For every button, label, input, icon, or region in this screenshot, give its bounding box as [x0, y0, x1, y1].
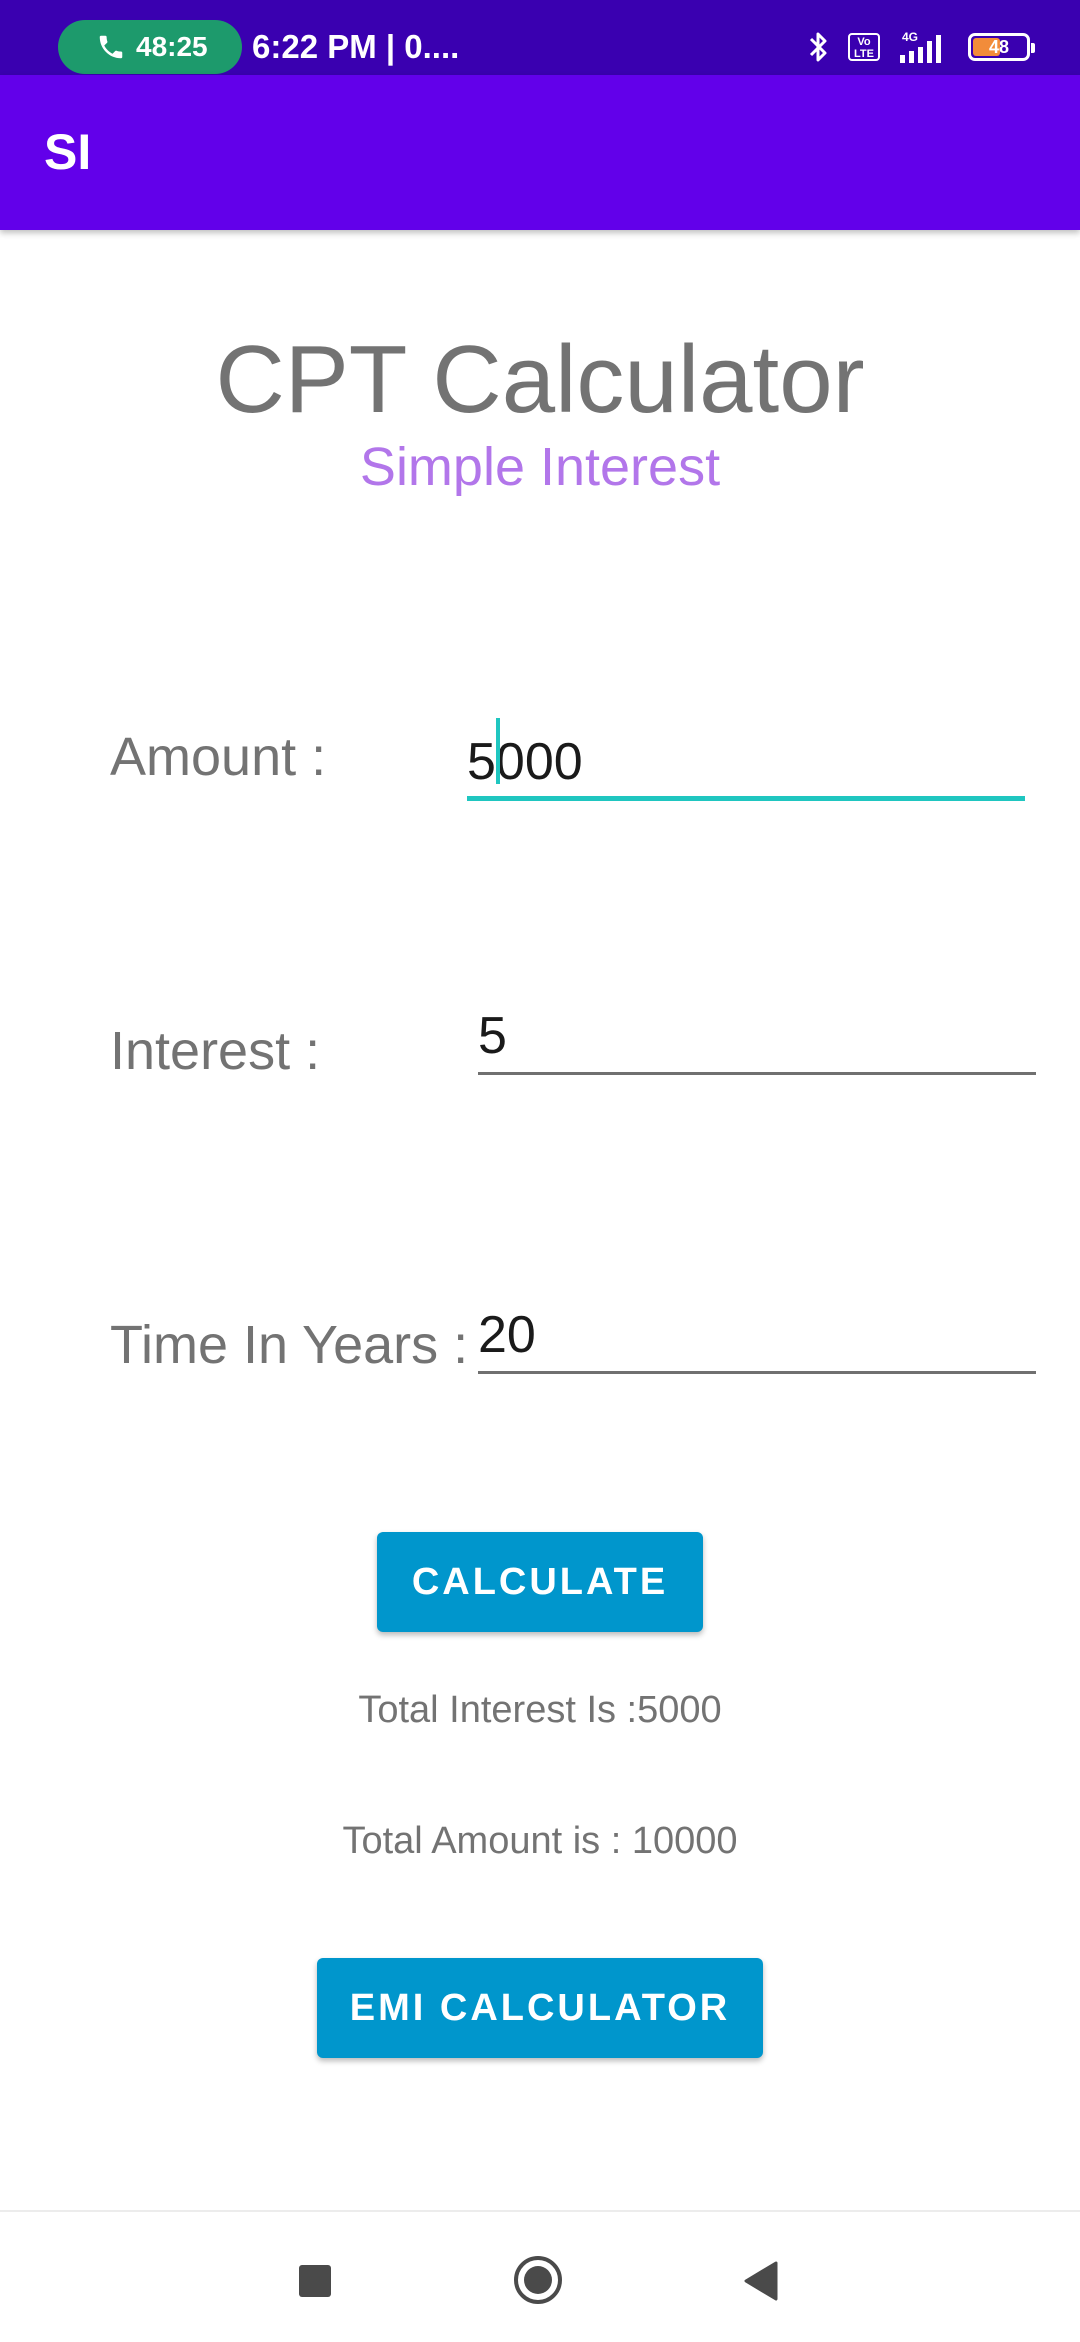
navigation-bar [0, 2210, 1080, 2342]
call-timer: 48:25 [136, 31, 208, 62]
volte-icon: Vo LTE [848, 33, 880, 61]
back-icon[interactable] [742, 2260, 780, 2302]
battery-level: 48 [988, 36, 1010, 57]
time-field[interactable]: 20 [478, 1304, 1036, 1374]
interest-field[interactable]: 5 [478, 1005, 1036, 1075]
home-icon[interactable] [512, 2254, 564, 2306]
status-bar: 48:25 6:22 PM | 0.... Vo LTE 4G 48 [0, 0, 1080, 75]
amount-label: Amount : [110, 727, 327, 787]
amount-field[interactable]: 5000 [467, 731, 1025, 801]
recents-icon[interactable] [299, 2265, 331, 2297]
ongoing-call-chip[interactable]: 48:25 [58, 20, 242, 74]
page-title: CPT Calculator [215, 326, 865, 433]
status-time: 6:22 PM | 0.... [252, 28, 460, 65]
calculate-button[interactable]: CALCULATE [377, 1532, 703, 1632]
interest-label: Interest : [110, 1021, 321, 1081]
text-cursor [496, 718, 500, 784]
time-value: 20 [478, 1306, 536, 1364]
network-type-label: 4G [902, 30, 918, 44]
battery-icon: 48 [968, 33, 1035, 61]
total-amount-result: Total Amount is : 10000 [342, 1820, 738, 1862]
app-bar: SI [0, 75, 1080, 230]
emi-calculator-button[interactable]: EMI CALCULATOR [317, 1958, 763, 2058]
time-label: Time In Years : [110, 1315, 469, 1375]
amount-value: 5000 [467, 733, 583, 791]
total-interest-result: Total Interest Is :5000 [358, 1689, 722, 1731]
page-subtitle: Simple Interest [359, 437, 721, 497]
app-bar-title: SI [44, 124, 92, 180]
status-icons: Vo LTE 4G 48 [806, 22, 1035, 72]
phone-icon [99, 35, 123, 59]
bluetooth-icon [809, 32, 827, 62]
interest-value: 5 [478, 1007, 507, 1065]
signal-icon: 4G [900, 30, 941, 63]
